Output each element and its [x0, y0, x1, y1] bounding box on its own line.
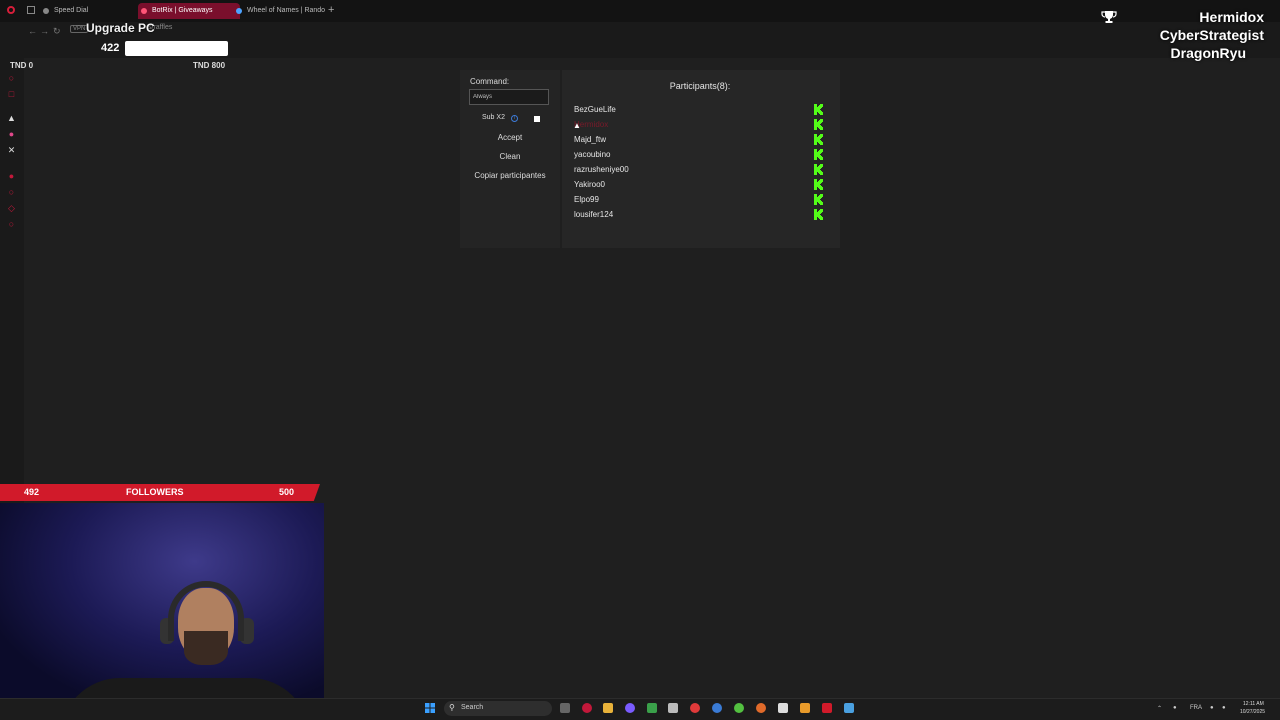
reload-icon[interactable]: ↻: [53, 26, 61, 37]
clock-date[interactable]: 10/27/2025: [1240, 709, 1265, 715]
participant-name: Majd_ftw: [574, 135, 607, 144]
tray-wifi-icon[interactable]: ●: [1210, 705, 1214, 711]
tray-language[interactable]: FRA: [1190, 705, 1202, 711]
currency-start-label: TND 0: [10, 61, 34, 70]
goal-count: 422: [101, 42, 120, 54]
taskbar-file-explorer-icon[interactable]: [603, 703, 613, 713]
followers-target: 500: [279, 487, 295, 497]
kick-logo-icon: [814, 104, 823, 115]
windows-taskbar: [0, 698, 1280, 720]
kick-logo-icon: [814, 209, 823, 220]
mouse-cursor-icon: ▲: [573, 121, 581, 130]
participant-name: Elpo99: [574, 195, 599, 204]
command-input[interactable]: [469, 89, 549, 105]
headset-band: [168, 581, 244, 641]
speed-dial-icon: [43, 8, 49, 14]
tray-chevron-icon[interactable]: ⌃: [1157, 705, 1162, 712]
participant-name: yacoubino: [574, 150, 611, 159]
participants-title: Participants(8):: [669, 81, 731, 91]
webcam-feed: [0, 503, 324, 698]
back-icon[interactable]: ←: [28, 26, 37, 36]
currency-end-label: TND 800: [193, 61, 226, 70]
participant-name: BezGueLife: [574, 105, 616, 114]
clock-time[interactable]: 12:11 AM: [1243, 701, 1264, 707]
workspaces-icon[interactable]: [27, 6, 35, 14]
followers-label: FOLLOWERS: [126, 487, 184, 497]
sidebar-aria-icon[interactable]: ▲: [7, 114, 16, 123]
taskbar-opera-gx-icon[interactable]: [582, 703, 592, 713]
participant-name: lousifer124: [574, 210, 614, 219]
overlay-name-2: CyberStrategist: [1159, 27, 1264, 43]
kick-logo-icon: [814, 134, 823, 145]
participant-name: Yakiroo0: [574, 180, 605, 189]
sidebar-extensions-icon[interactable]: ○: [7, 220, 16, 229]
tab-speed-dial[interactable]: Speed Dial: [40, 3, 144, 19]
forward-icon[interactable]: →: [40, 26, 49, 36]
info-icon[interactable]: i: [511, 115, 518, 122]
taskbar-app-icon-5[interactable]: [712, 703, 722, 713]
overlay-name-1: Hermidox: [1199, 9, 1264, 25]
wheel-icon: [236, 8, 242, 14]
kick-logo-icon: [814, 149, 823, 160]
sidebar-home-icon[interactable]: ○: [7, 74, 16, 83]
participant-row[interactable]: razrusheniye00: [574, 164, 830, 178]
kick-logo-icon: [814, 164, 823, 175]
accept-button[interactable]: Accept: [470, 133, 550, 142]
participant-row[interactable]: Hermidox: [574, 119, 830, 133]
taskbar-app-icon-9[interactable]: [822, 703, 832, 713]
taskbar-app-icon-1[interactable]: [625, 703, 635, 713]
taskbar-search-placeholder: Search: [461, 704, 484, 711]
participant-row[interactable]: Majd_ftw: [574, 134, 830, 148]
taskbar-app-icon-4[interactable]: [690, 703, 700, 713]
trophy-icon: [1101, 11, 1117, 23]
sidebar-bookmark-icon[interactable]: □: [7, 90, 16, 99]
windows-start-icon[interactable]: [425, 703, 435, 713]
sub-x2-label: Sub X2: [482, 114, 505, 121]
tab-wheel-of-names[interactable]: Wheel of Names | Rando: [233, 3, 337, 19]
taskbar-app-icon-3[interactable]: [668, 703, 678, 713]
taskbar-steam-icon[interactable]: [844, 703, 854, 713]
goal-title: Upgrade PC: [86, 21, 155, 35]
command-label: Command:: [470, 77, 510, 86]
taskbar-vlc-icon[interactable]: [800, 703, 810, 713]
participant-row[interactable]: lousifer124: [574, 209, 830, 223]
kick-logo-icon: [814, 194, 823, 205]
kick-logo-icon: [814, 119, 823, 130]
clean-button[interactable]: Clean: [470, 152, 550, 161]
kick-logo-icon: [814, 179, 823, 190]
taskbar-task-view-icon[interactable]: [560, 703, 570, 713]
browser-tab-strip: Speed Dial BotRix | Giveaways Wheel of N…: [0, 0, 1280, 22]
tab-botrix-giveaways[interactable]: BotRix | Giveaways: [138, 3, 240, 19]
search-icon: ⚲: [449, 703, 455, 712]
sidebar-messenger-icon[interactable]: ●: [7, 130, 16, 139]
botrix-icon: [141, 8, 147, 14]
taskbar-app-icon-2[interactable]: [647, 703, 657, 713]
followers-current: 492: [24, 487, 40, 497]
tray-volume-icon[interactable]: ●: [1222, 705, 1226, 711]
participant-row[interactable]: yacoubino: [574, 149, 830, 163]
new-tab-button[interactable]: +: [328, 4, 334, 16]
participant-row[interactable]: BezGueLife: [574, 104, 830, 118]
opera-logo-icon[interactable]: [7, 6, 15, 14]
taskbar-app-icon-7[interactable]: [756, 703, 766, 713]
tray-mic-icon[interactable]: ●: [1173, 705, 1177, 711]
sidebar-settings-icon[interactable]: ◇: [7, 204, 16, 213]
goal-progress-bar: [125, 41, 228, 56]
participant-row[interactable]: Elpo99: [574, 194, 830, 208]
sidebar-player-icon[interactable]: ●: [7, 172, 16, 181]
taskbar-app-icon-6[interactable]: [734, 703, 744, 713]
participant-row[interactable]: Yakiroo0: [574, 179, 830, 193]
sidebar-history-icon[interactable]: ○: [7, 188, 16, 197]
copy-participants-button[interactable]: Copiar participantes: [470, 171, 550, 180]
overlay-name-3: DragonRyu: [1170, 45, 1246, 61]
streamer-body: [60, 678, 310, 698]
taskbar-app-icon-8[interactable]: [778, 703, 788, 713]
sub-x2-checkbox[interactable]: [534, 116, 540, 122]
sidebar-x-icon[interactable]: ✕: [7, 146, 16, 155]
participant-name: razrusheniye00: [574, 165, 629, 174]
